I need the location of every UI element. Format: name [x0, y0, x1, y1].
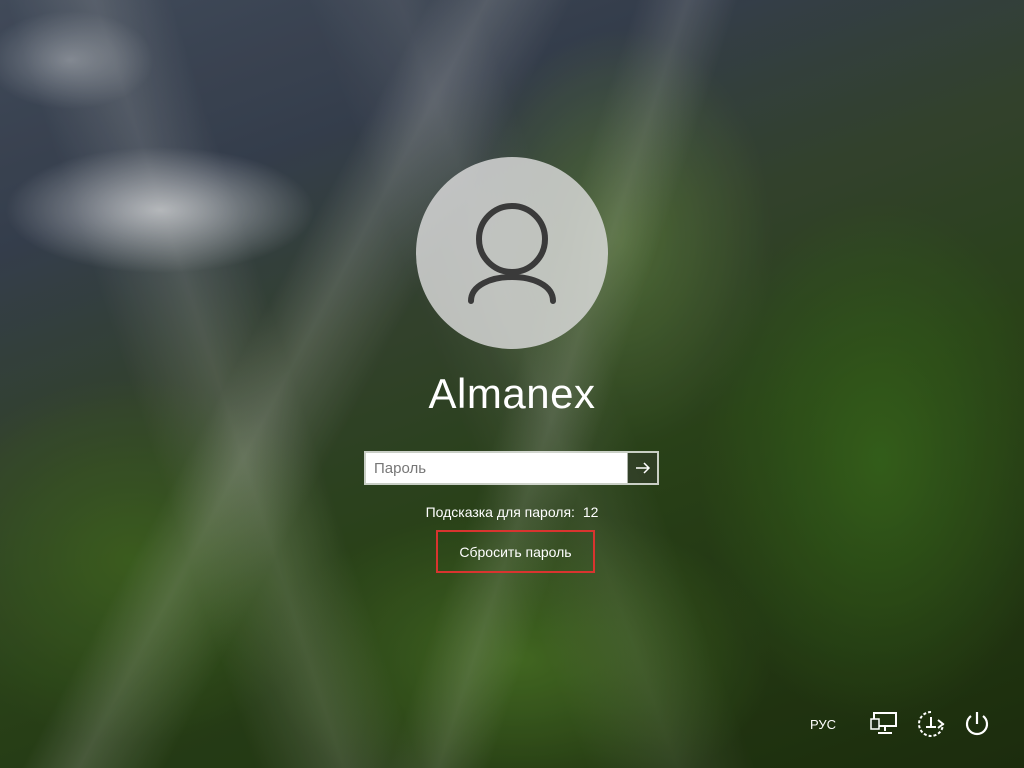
accessibility-icon [918, 711, 945, 737]
password-hint: Подсказка для пароля: 12 [0, 504, 1024, 520]
password-input[interactable] [366, 453, 627, 483]
network-icon [870, 712, 897, 734]
system-tray: РУС [810, 704, 994, 744]
user-silhouette-icon [468, 203, 556, 304]
power-icon [965, 712, 989, 736]
password-box [364, 451, 659, 485]
language-indicator[interactable]: РУС [810, 717, 836, 732]
submit-button[interactable] [627, 453, 657, 483]
arrow-right-icon [635, 462, 650, 474]
power-button[interactable] [960, 707, 994, 741]
network-button[interactable] [868, 707, 902, 741]
reset-password-link[interactable]: Сбросить пароль [436, 530, 595, 573]
accessibility-button[interactable] [914, 707, 948, 741]
reset-password-label: Сбросить пароль [459, 543, 572, 560]
password-hint-label: Подсказка для пароля: [425, 504, 575, 520]
user-avatar [416, 157, 608, 349]
password-hint-value: 12 [582, 504, 599, 520]
user-name: Almanex [428, 370, 596, 417]
